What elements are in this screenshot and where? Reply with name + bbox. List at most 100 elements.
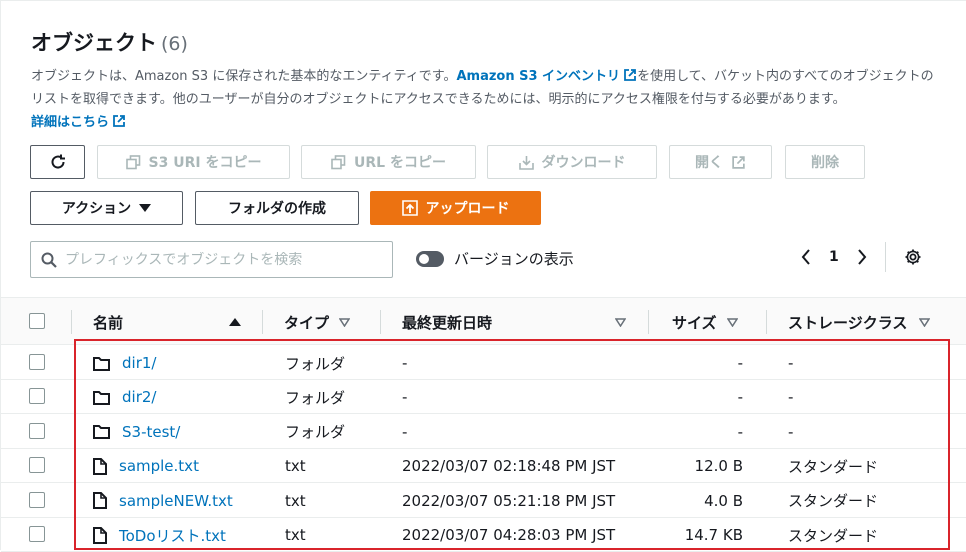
file-icon [93,457,107,475]
column-divider [262,310,263,334]
folder-icon [93,356,110,371]
open-button[interactable]: 開く [669,145,772,179]
cell-type: フォルダ [285,388,346,407]
cell-size: 12.0 B [694,457,743,476]
cell-name: sample.txt [93,449,263,483]
copy-s3-uri-label: S3 URI をコピー [148,155,262,171]
row-checkbox[interactable] [29,457,45,474]
create-folder-button[interactable]: フォルダの作成 [195,191,359,225]
column-last-modified-label: 最終更新日時 [402,313,493,332]
column-last-modified[interactable]: 最終更新日時 [380,298,648,346]
upload-label: アップロード [425,201,510,217]
gear-icon[interactable] [904,248,922,266]
sort-icon [615,317,626,327]
open-label: 開く [695,155,723,171]
search-box[interactable] [30,241,393,278]
actions-label: アクション [61,201,132,217]
copy-icon [331,154,346,169]
sort-ascending-icon [229,318,241,326]
learn-more-link[interactable]: 詳細はこちら [31,115,126,130]
delete-button[interactable]: 削除 [785,145,865,179]
column-storage-class-label: ストレージクラス [788,313,908,332]
column-size-label: サイズ [672,313,717,332]
download-button[interactable]: ダウンロード [487,145,657,179]
create-folder-label: フォルダの作成 [228,201,326,217]
cell-last-modified: - [402,388,408,407]
column-name[interactable]: 名前 [71,298,261,346]
cell-storage-class: スタンダード [788,526,879,545]
inventory-link[interactable]: Amazon S3 インベントリ [456,69,637,84]
cell-type: txt [285,526,306,544]
object-name-link[interactable]: dir2/ [122,388,156,406]
cell-last-modified: 2022/03/07 04:28:03 PM JST [402,526,616,544]
copy-url-button[interactable]: URL をコピー [301,145,476,179]
cell-type: フォルダ [285,354,346,373]
object-name-link[interactable]: sampleNEW.txt [119,492,233,510]
column-type-label: タイプ [284,313,330,332]
external-link-icon [624,69,636,81]
refresh-icon [51,154,65,169]
search-input[interactable] [65,251,392,268]
show-versions-label: バージョンの表示 [454,250,574,268]
search-icon [41,252,57,268]
cell-last-modified: - [402,422,408,441]
object-name-link[interactable]: ToDoリスト.txt [119,525,226,546]
current-page[interactable]: 1 [829,249,839,265]
column-storage-class[interactable]: ストレージクラス [766,298,966,346]
cell-last-modified: - [402,354,408,372]
column-size[interactable]: サイズ [648,298,766,346]
external-link-icon [113,115,125,127]
object-name-link[interactable]: sample.txt [119,457,199,475]
show-versions-toggle[interactable]: バージョンの表示 [416,248,574,269]
row-checkbox[interactable] [29,491,45,508]
column-divider [648,310,649,334]
select-all-checkbox[interactable] [29,313,45,329]
cell-size: - [737,388,743,407]
objects-panel: オブジェクト (6) オブジェクトは、Amazon S3 に保存された基本的なエン… [0,0,966,552]
external-link-icon [732,155,745,169]
object-name-link[interactable]: dir1/ [122,354,156,372]
file-icon [93,526,107,544]
chevron-left-icon[interactable] [801,249,811,265]
objects-header: オブジェクト (6) オブジェクトは、Amazon S3 に保存された基本的なエン… [1,1,966,296]
chevron-right-icon[interactable] [857,249,867,265]
upload-button[interactable]: アップロード [370,191,541,225]
row-checkbox[interactable] [29,422,45,439]
column-divider [380,310,381,334]
column-divider [71,310,72,334]
cell-storage-class: - [788,354,794,372]
download-label: ダウンロード [541,155,626,171]
table-row[interactable]: sampleNEW.txt txt 2022/03/07 05:21:18 PM J… [1,484,966,518]
table-row[interactable]: dir1/フォルダ - - - [1,346,966,380]
row-checkbox[interactable] [29,354,45,370]
object-count: (6) [161,33,188,55]
title-text: オブジェクト [31,31,157,55]
cell-size: - [737,354,743,372]
divider [884,242,886,272]
row-checkbox[interactable] [29,526,45,542]
copy-s3-uri-button[interactable]: S3 URI をコピー [97,145,290,179]
actions-dropdown[interactable]: アクション [30,191,183,225]
toggle-switch[interactable] [416,250,444,267]
table-row[interactable]: sample.txt txt 2022/03/07 02:18:48 PM JST 1… [1,449,966,484]
cell-type: txt [285,491,306,510]
table-row[interactable]: dir2/フォルダ - - - [1,380,966,415]
table-row[interactable]: S3-test/フォルダ - - - [1,415,966,449]
description: オブジェクトは、Amazon S3 に保存された基本的なエンティティです。Ama… [31,65,941,134]
folder-icon [93,425,110,440]
column-divider [766,310,767,334]
object-name-link[interactable]: S3-test/ [122,423,180,441]
cell-storage-class: スタンダード [788,457,879,476]
learn-more-label: 詳細はこちら [31,115,110,130]
refresh-button[interactable] [30,145,85,179]
cell-name: dir2/ [93,380,263,414]
copy-url-label: URL をコピー [354,155,446,171]
cell-last-modified: 2022/03/07 02:18:48 PM JST [402,457,616,476]
upload-icon [401,200,418,216]
column-type[interactable]: タイプ [262,298,380,346]
delete-label: 削除 [811,155,839,171]
page-title: オブジェクト (6) [31,27,188,57]
cell-name: S3-test/ [93,415,263,449]
row-checkbox[interactable] [29,388,45,405]
table-row[interactable]: ToDoリスト.txt txt 2022/03/07 04:28:03 PM JST… [1,518,966,552]
